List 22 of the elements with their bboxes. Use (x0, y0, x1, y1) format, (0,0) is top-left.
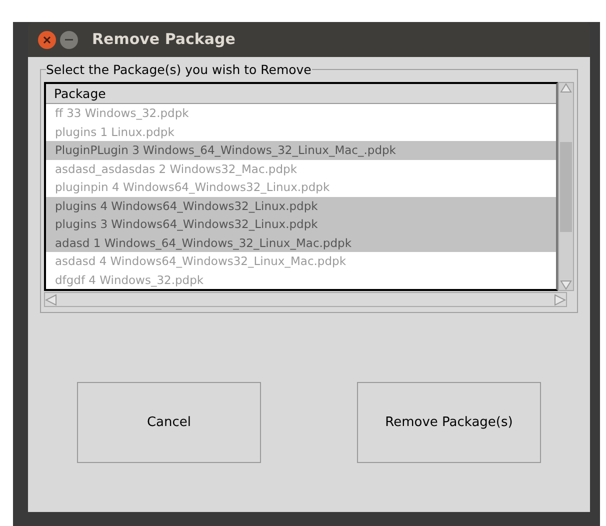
cancel-button[interactable]: Cancel (77, 382, 261, 463)
package-row[interactable]: asdasd_asdasdas 2 Windows32_Mac.pdpk (46, 160, 556, 178)
group-label: Select the Package(s) you wish to Remove (46, 62, 312, 77)
package-row[interactable]: plugins 4 Windows64_Windows32_Linux.pdpk (46, 196, 556, 215)
scroll-down-icon[interactable] (560, 280, 572, 290)
package-list[interactable] (44, 82, 558, 291)
horizontal-scrollbar[interactable] (44, 292, 567, 307)
column-header[interactable]: Package (46, 84, 556, 104)
window-title: Remove Package (92, 29, 236, 50)
scroll-right-icon[interactable] (554, 294, 566, 306)
package-row[interactable]: plugins 3 Windows64_Windows32_Linux.pdpk (46, 215, 556, 234)
scroll-up-icon[interactable] (560, 83, 572, 93)
close-button[interactable] (38, 30, 56, 48)
scroll-left-icon[interactable] (45, 294, 57, 306)
remove-button[interactable]: Remove Package(s) (357, 382, 541, 463)
scroll-thumb[interactable] (560, 142, 572, 232)
package-row[interactable]: PluginPLugin 3 Windows_64_Windows_32_Linux_Mac_.pdpk (46, 141, 556, 160)
close-icon (43, 36, 51, 44)
minimize-icon (65, 38, 73, 40)
vertical-scrollbar[interactable] (558, 82, 574, 291)
minimize-button[interactable] (60, 30, 78, 48)
package-row[interactable]: adasd 1 Windows_64_Windows_32_Linux_Mac.pdpk (46, 234, 556, 252)
